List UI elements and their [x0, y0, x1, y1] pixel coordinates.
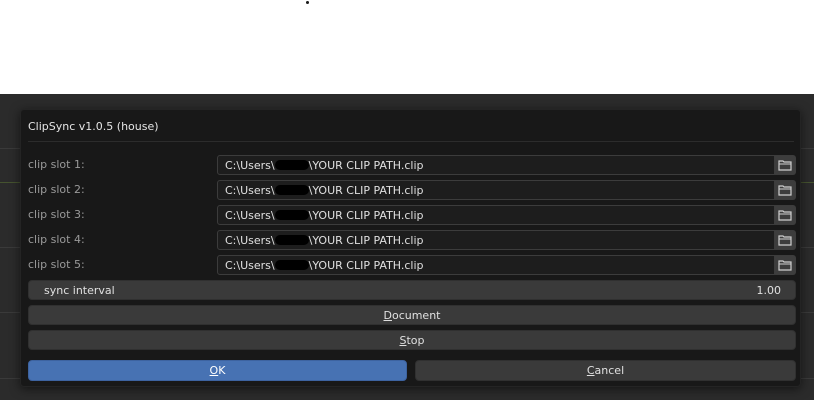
path-prefix: C:\Users\: [225, 184, 275, 197]
clip-slot-3-browse-button[interactable]: [775, 205, 796, 225]
path-suffix: \YOUR CLIP PATH.clip: [308, 259, 424, 272]
clip-slot-label: clip slot 2:: [28, 183, 85, 196]
document-button-label: Document: [383, 309, 441, 322]
redaction-mark: [274, 260, 309, 270]
path-suffix: \YOUR CLIP PATH.clip: [308, 209, 424, 222]
redaction-mark: [274, 210, 309, 220]
clip-slot-2-path-field[interactable]: C:\Users\ \YOUR CLIP PATH.clip: [217, 180, 775, 200]
path-prefix: C:\Users\: [225, 234, 275, 247]
clip-slot-1-path-field[interactable]: C:\Users\ \YOUR CLIP PATH.clip: [217, 155, 775, 175]
path-prefix: C:\Users\: [225, 159, 275, 172]
dialog-title: ClipSync v1.0.5 (house): [28, 120, 159, 133]
path-suffix: \YOUR CLIP PATH.clip: [308, 184, 424, 197]
path-suffix: \YOUR CLIP PATH.clip: [308, 234, 424, 247]
clip-slot-label: clip slot 3:: [28, 208, 85, 221]
redaction-mark: [274, 160, 309, 170]
folder-icon: [778, 235, 792, 246]
clip-slot-1-browse-button[interactable]: [775, 155, 796, 175]
clip-slot-row-2: clip slot 2: C:\Users\ \YOUR CLIP PATH.cl…: [28, 180, 796, 200]
sync-interval-slider[interactable]: sync interval 1.00: [28, 280, 796, 300]
folder-icon: [778, 210, 792, 221]
stop-button-label: Stop: [399, 334, 425, 347]
title-separator: [28, 141, 794, 142]
path-prefix: C:\Users\: [225, 209, 275, 222]
ok-button[interactable]: OK: [28, 360, 407, 381]
clip-slot-row-1: clip slot 1: C:\Users\ \YOUR CLIP PATH.cl…: [28, 155, 796, 175]
clip-slot-5-path-field[interactable]: C:\Users\ \YOUR CLIP PATH.clip: [217, 255, 775, 275]
folder-icon: [778, 185, 792, 196]
redaction-mark: [274, 235, 309, 245]
clip-slot-row-5: clip slot 5: C:\Users\ \YOUR CLIP PATH.cl…: [28, 255, 796, 275]
redaction-mark: [274, 185, 309, 195]
clip-slot-4-path-field[interactable]: C:\Users\ \YOUR CLIP PATH.clip: [217, 230, 775, 250]
clip-slot-row-4: clip slot 4: C:\Users\ \YOUR CLIP PATH.cl…: [28, 230, 796, 250]
clip-slot-5-browse-button[interactable]: [775, 255, 796, 275]
cursor-dot: [306, 1, 309, 4]
folder-icon: [778, 260, 792, 271]
clip-slot-4-browse-button[interactable]: [775, 230, 796, 250]
folder-icon: [778, 160, 792, 171]
clip-slot-label: clip slot 4:: [28, 233, 85, 246]
sync-interval-label: sync interval: [44, 284, 115, 297]
path-suffix: \YOUR CLIP PATH.clip: [308, 159, 424, 172]
clip-slot-label: clip slot 5:: [28, 258, 85, 271]
cancel-button[interactable]: Cancel: [415, 360, 796, 381]
clip-slot-row-3: clip slot 3: C:\Users\ \YOUR CLIP PATH.cl…: [28, 205, 796, 225]
path-prefix: C:\Users\: [225, 259, 275, 272]
stop-button[interactable]: Stop: [28, 330, 796, 350]
document-button[interactable]: Document: [28, 305, 796, 325]
clipsync-dialog: ClipSync v1.0.5 (house) clip slot 1: C:\…: [20, 109, 801, 387]
sync-interval-value: 1.00: [756, 284, 782, 297]
clip-slot-2-browse-button[interactable]: [775, 180, 796, 200]
clip-slot-3-path-field[interactable]: C:\Users\ \YOUR CLIP PATH.clip: [217, 205, 775, 225]
clip-slot-label: clip slot 1:: [28, 158, 85, 171]
